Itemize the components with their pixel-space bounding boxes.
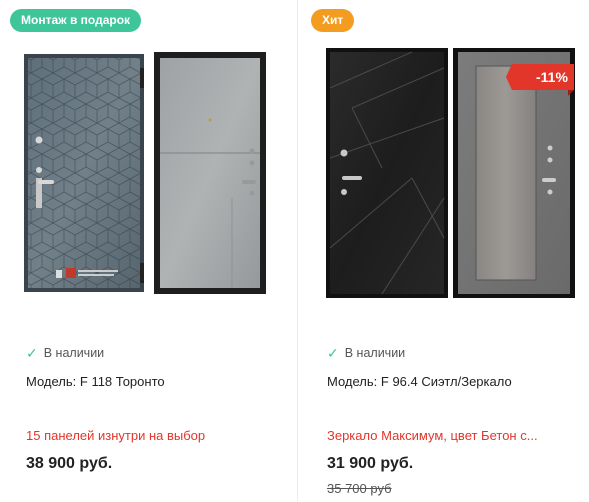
badge-gift: Монтаж в подарок	[10, 9, 142, 32]
product-price: 38 900 руб.	[26, 455, 113, 472]
old-price: 35 700 руб	[327, 481, 392, 496]
badge-hit: Хит	[311, 9, 355, 32]
product-model[interactable]: Модель: F 96.4 Сиэтл/Зеркало	[327, 374, 512, 389]
product-card[interactable]: Монтаж в подарок ✓ В наличии Модель: F 1…	[0, 0, 297, 502]
check-icon: ✓	[327, 345, 339, 361]
stock-label: В наличии	[344, 346, 406, 360]
discount-label: -11%	[536, 69, 568, 85]
check-icon: ✓	[26, 345, 38, 361]
product-image[interactable]	[20, 48, 270, 298]
stock-label: В наличии	[43, 346, 105, 360]
stock-status: ✓ В наличии	[26, 346, 104, 360]
stock-status: ✓ В наличии	[327, 346, 405, 360]
product-model[interactable]: Модель: F 118 Торонто	[26, 374, 165, 389]
product-card[interactable]: Хит -11% ✓ В наличии Модель: F 96.4 Сиэт…	[298, 0, 589, 502]
product-price: 31 900 руб.	[327, 455, 414, 472]
product-image[interactable]: -11%	[322, 48, 578, 298]
promo-text: 15 панелей изнутри на выбор	[26, 428, 206, 443]
promo-text: Зеркало Максимум, цвет Бетон с...	[327, 428, 538, 443]
